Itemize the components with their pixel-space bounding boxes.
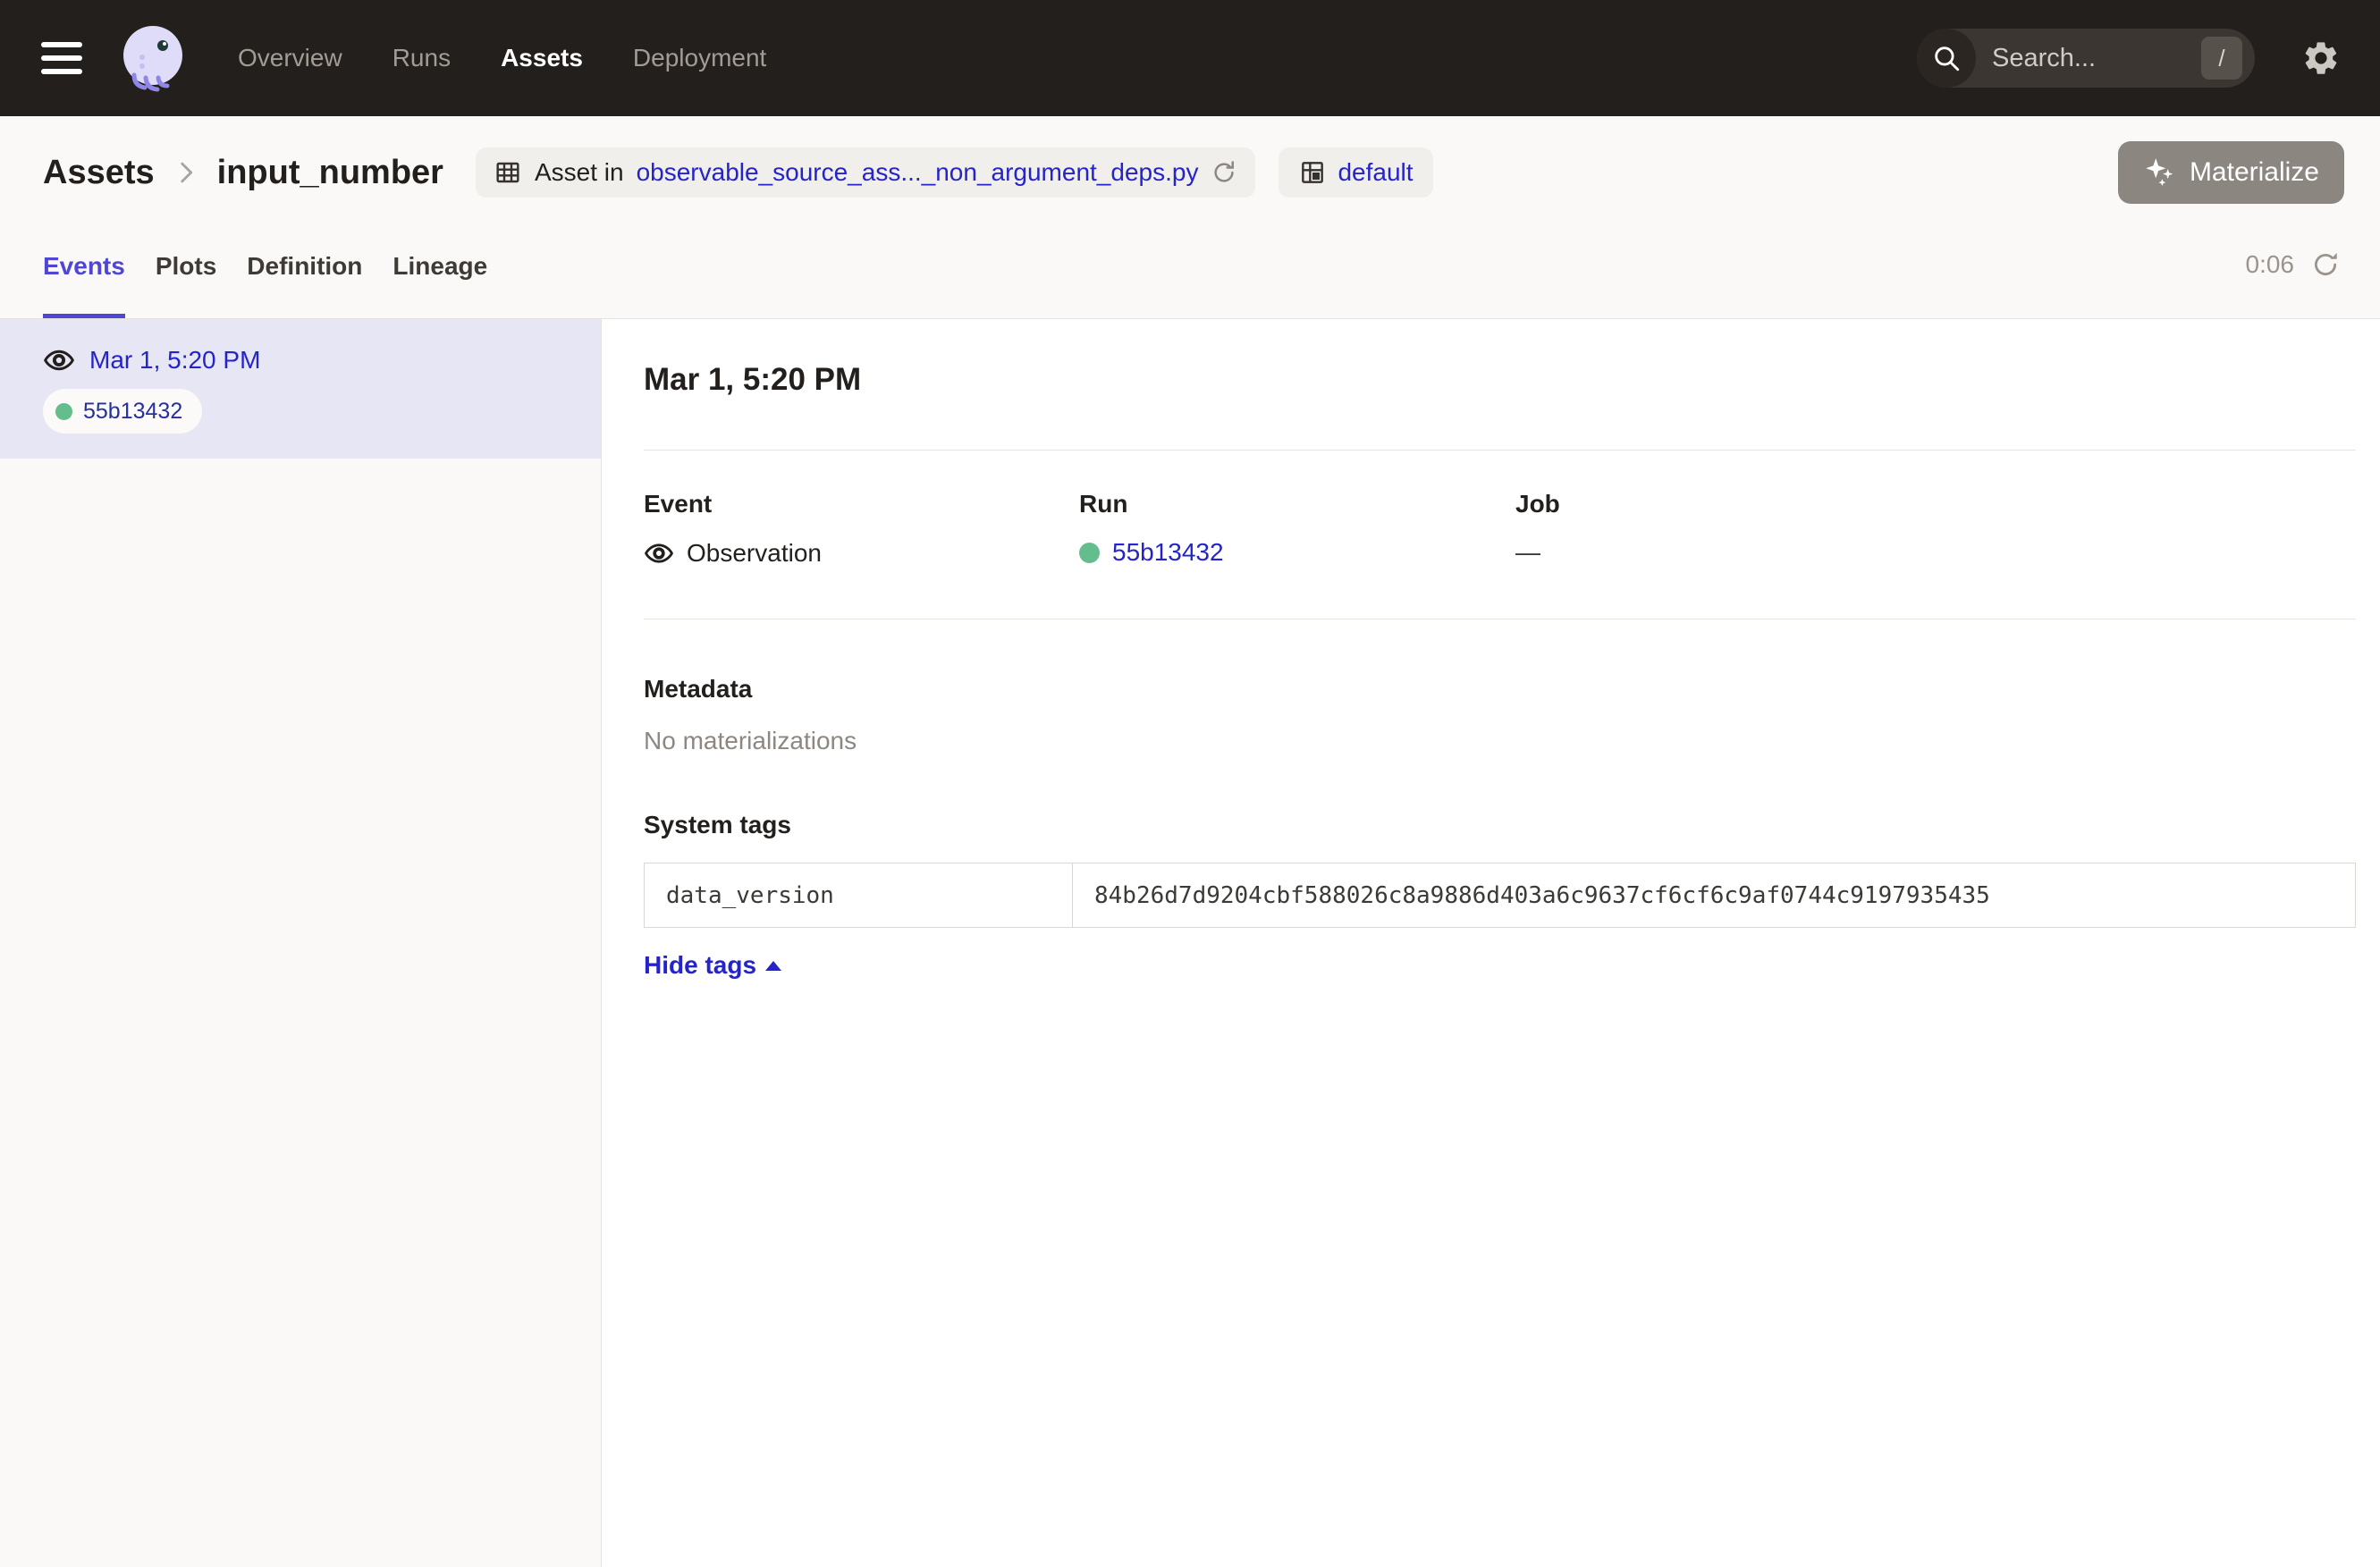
job-column: Job — <box>1515 490 2356 569</box>
event-detail-panel: Mar 1, 5:20 PM Event Observation Run 55b… <box>602 319 2380 1567</box>
tab-events[interactable]: Events <box>43 211 125 318</box>
chevron-right-icon <box>171 157 201 188</box>
run-id-badge[interactable]: 55b13432 <box>43 389 202 434</box>
table-icon <box>494 158 522 187</box>
event-summary-columns: Event Observation Run 55b13432 Job <box>644 451 2356 619</box>
tab-definition[interactable]: Definition <box>247 211 362 318</box>
refresh-icon[interactable] <box>2310 249 2341 280</box>
event-column: Event Observation <box>644 490 1079 569</box>
hide-tags-label: Hide tags <box>644 951 756 980</box>
asset-tabs: Events Plots Definition Lineage 0:06 <box>0 211 2380 319</box>
asset-group-pill: default <box>1279 147 1432 198</box>
table-row: data_version 84b26d7d9204cbf588026c8a988… <box>645 864 2356 928</box>
search-icon <box>1917 29 1976 88</box>
refresh-countdown: 0:06 <box>2246 250 2295 279</box>
metadata-empty-text: No materializations <box>644 727 2356 755</box>
caret-up-icon <box>765 961 781 971</box>
event-list-item[interactable]: Mar 1, 5:20 PM 55b13432 <box>0 319 601 459</box>
breadcrumb: Assets input_number <box>43 154 443 192</box>
job-column-label: Job <box>1515 490 2356 518</box>
run-column-label: Run <box>1079 490 1515 518</box>
event-timestamp-link[interactable]: Mar 1, 5:20 PM <box>89 346 260 375</box>
materialize-button-label: Materialize <box>2190 157 2319 188</box>
run-id-link[interactable]: 55b13432 <box>1112 538 1224 567</box>
run-id-badge-label: 55b13432 <box>83 399 182 425</box>
dagster-logo-icon[interactable] <box>118 23 188 93</box>
breadcrumb-assets-link[interactable]: Assets <box>43 154 155 192</box>
nav-item-runs[interactable]: Runs <box>392 44 451 72</box>
nav-item-deployment[interactable]: Deployment <box>633 44 766 72</box>
tag-value-cell: 84b26d7d9204cbf588026c8a9886d403a6c9637c… <box>1073 864 2356 928</box>
observation-eye-icon <box>644 538 674 569</box>
asset-origin-file-link[interactable]: observable_source_ass..._non_argument_de… <box>637 158 1199 187</box>
job-empty-value: — <box>1515 538 1540 567</box>
asset-origin-pill: Asset in observable_source_ass..._non_ar… <box>476 147 1255 198</box>
tag-key-cell: data_version <box>645 864 1073 928</box>
tab-plots[interactable]: Plots <box>156 211 216 318</box>
hide-tags-link[interactable]: Hide tags <box>644 951 781 980</box>
asset-origin-prefix: Asset in <box>535 158 624 187</box>
global-search[interactable]: / <box>1917 29 2255 88</box>
nav-item-assets[interactable]: Assets <box>501 44 583 72</box>
events-sidebar: Mar 1, 5:20 PM 55b13432 <box>0 319 602 1567</box>
system-tags-heading: System tags <box>644 811 2356 839</box>
materialize-button[interactable]: Materialize <box>2118 141 2344 204</box>
search-shortcut-badge: / <box>2201 37 2242 80</box>
reload-definitions-icon[interactable] <box>1211 159 1237 186</box>
asset-header: Assets input_number Asset in observable_… <box>0 116 2380 211</box>
settings-gear-icon[interactable] <box>2301 38 2341 78</box>
metadata-heading: Metadata <box>644 675 2356 703</box>
top-navigation: Overview Runs Assets Deployment / <box>0 0 2380 116</box>
event-detail-title: Mar 1, 5:20 PM <box>644 362 2356 398</box>
auto-refresh-control: 0:06 <box>2246 249 2342 280</box>
event-type-value: Observation <box>687 539 822 568</box>
sparkle-icon <box>2143 156 2177 190</box>
primary-nav: Overview Runs Assets Deployment <box>238 44 766 72</box>
search-input[interactable] <box>1976 44 2201 73</box>
run-success-dot <box>55 403 72 420</box>
system-tags-table: data_version 84b26d7d9204cbf588026c8a988… <box>644 863 2356 928</box>
run-status-dot <box>1079 543 1100 563</box>
event-column-label: Event <box>644 490 1079 518</box>
observation-eye-icon <box>43 344 75 376</box>
page-title: input_number <box>217 154 443 192</box>
asset-group-link[interactable]: default <box>1338 158 1413 187</box>
menu-icon[interactable] <box>41 42 82 74</box>
asset-group-icon <box>1298 158 1327 187</box>
run-column: Run 55b13432 <box>1079 490 1515 569</box>
tab-lineage[interactable]: Lineage <box>392 211 487 318</box>
nav-item-overview[interactable]: Overview <box>238 44 342 72</box>
